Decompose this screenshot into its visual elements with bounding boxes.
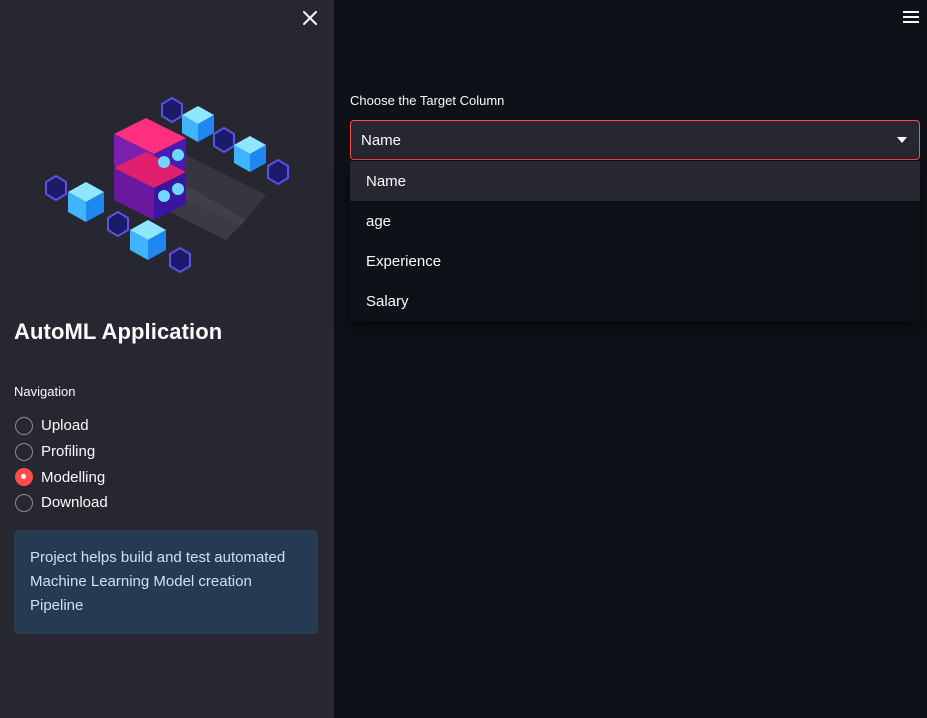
target-column-dropdown: Name age Experience Salary [350,161,920,321]
dropdown-option-salary[interactable]: Salary [350,281,920,321]
navigation-radio-group: Upload Profiling Modelling Download [14,413,108,516]
radio-checked-icon [15,468,33,487]
target-column-select[interactable]: Name [350,120,920,160]
target-column-label: Choose the Target Column [350,93,505,108]
close-icon [303,11,317,25]
radio-unchecked-icon [15,442,33,461]
info-box: Project helps build and test automated M… [14,530,318,634]
app-title: AutoML Application [14,319,223,344]
navigation-label: Navigation [14,384,76,399]
nav-radio-modelling[interactable]: Modelling [14,464,108,490]
dropdown-option-age[interactable]: age [350,201,920,241]
nav-radio-label: Upload [41,417,89,435]
hamburger-menu-icon [903,11,919,23]
select-current-value: Name [361,131,402,149]
chevron-down-icon [897,137,907,143]
nav-radio-download[interactable]: Download [14,490,108,516]
dropdown-option-name[interactable]: Name [350,161,920,201]
nav-radio-label: Download [41,494,108,512]
dropdown-option-experience[interactable]: Experience [350,241,920,281]
nav-radio-label: Modelling [41,468,106,486]
radio-unchecked-icon [15,493,33,512]
nav-radio-profiling[interactable]: Profiling [14,439,108,465]
close-sidebar-button[interactable] [300,8,320,28]
main-menu-button[interactable] [902,9,920,25]
nav-radio-upload[interactable]: Upload [14,413,108,439]
radio-unchecked-icon [15,416,33,435]
nav-radio-label: Profiling [41,443,96,461]
sidebar: AutoML Application Navigation Upload Pro… [0,0,334,718]
server-cubes-illustration [45,96,289,274]
app-root: AutoML Application Navigation Upload Pro… [0,0,927,718]
